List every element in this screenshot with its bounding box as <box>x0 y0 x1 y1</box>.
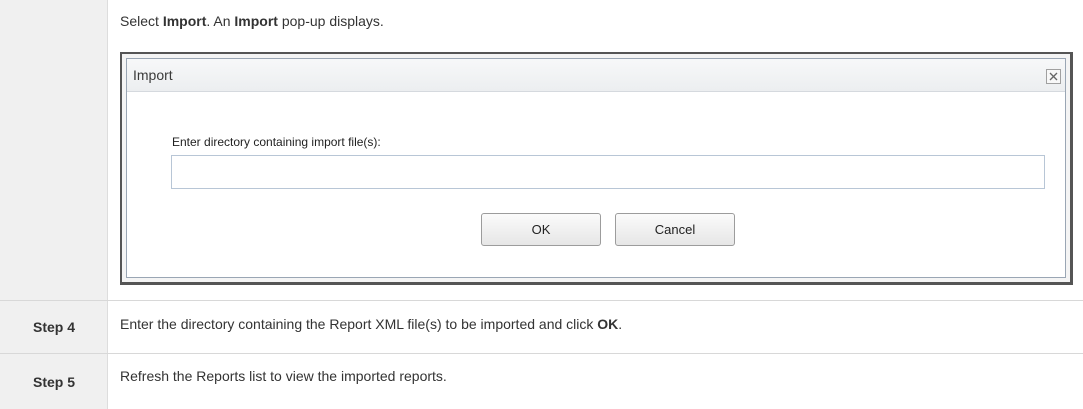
step-label: Step 4 <box>32 319 75 335</box>
directory-field-label: Enter directory containing import file(s… <box>172 135 381 149</box>
step-cell: Step 4 <box>0 301 108 353</box>
cancel-button[interactable]: Cancel <box>615 213 735 246</box>
instructions-table: Select Import. An Import pop-up displays… <box>0 0 1083 409</box>
table-row: Step 4 Enter the directory containing th… <box>0 301 1083 353</box>
step-cell-empty <box>0 0 108 300</box>
import-dialog-screenshot: Import Enter directory containing import… <box>120 52 1073 285</box>
import-dialog: Import Enter directory containing import… <box>126 58 1066 278</box>
step-5-text: Refresh the Reports list to view the imp… <box>120 368 447 384</box>
table-row: Select Import. An Import pop-up displays… <box>0 0 1083 300</box>
close-icon[interactable] <box>1046 69 1061 84</box>
ok-button[interactable]: OK <box>481 213 601 246</box>
dialog-title: Import <box>133 67 173 83</box>
table-row: Step 5 Refresh the Reports list to view … <box>0 354 1083 409</box>
step-cell: Step 5 <box>0 354 108 409</box>
step-label: Step 5 <box>32 374 75 390</box>
intro-text: Select Import. An Import pop-up displays… <box>120 13 384 29</box>
directory-input[interactable] <box>171 155 1045 189</box>
dialog-titlebar: Import <box>127 59 1065 92</box>
step-4-text: Enter the directory containing the Repor… <box>120 316 623 332</box>
